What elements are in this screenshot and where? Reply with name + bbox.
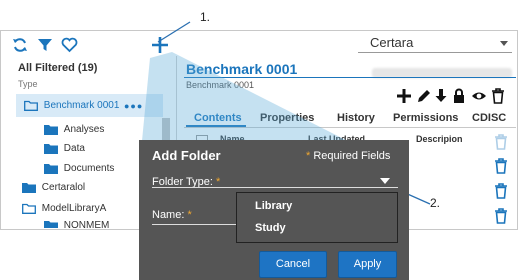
column-header-description[interactable]: Descripion (416, 134, 463, 144)
trash-icon[interactable] (494, 183, 508, 199)
folder-icon (22, 183, 36, 193)
chevron-down-icon[interactable] (380, 178, 390, 184)
tree-item[interactable]: Benchmark 0001 (24, 100, 119, 111)
tree-item[interactable]: ModelLibraryA (22, 203, 106, 214)
folder-icon (44, 221, 58, 228)
folder-icon (44, 164, 58, 174)
tree-item[interactable]: NONMEM (44, 220, 109, 228)
tab-cdisc[interactable]: CDISC (472, 112, 506, 124)
tree-item-label: NONMEM (63, 220, 110, 228)
dialog-title: Add Folder (152, 148, 221, 163)
project-select[interactable]: Certara (358, 34, 512, 53)
name-label-text: Name: (152, 209, 185, 221)
filter-title: All Filtered (19) (18, 62, 98, 74)
option-library[interactable]: Library (255, 200, 292, 212)
callout-1: 1. (200, 10, 211, 24)
folder-outline-icon (22, 203, 36, 214)
tab-contents[interactable]: Contents (194, 112, 242, 124)
heart-icon[interactable] (61, 37, 79, 55)
folder-outline-icon (24, 100, 38, 111)
filter-icon[interactable] (37, 37, 55, 55)
tree-item-label: Documents (63, 163, 115, 175)
tree-item[interactable]: Documents (44, 163, 114, 174)
trash-icon[interactable] (494, 134, 508, 150)
add-icon[interactable] (396, 88, 412, 104)
title-divider (184, 77, 516, 78)
add-icon[interactable] (150, 35, 172, 57)
trash-icon[interactable] (494, 208, 508, 224)
option-study[interactable]: Study (255, 222, 286, 234)
tab-permissions[interactable]: Permissions (393, 112, 458, 124)
project-select-value: Certara (370, 35, 414, 50)
apply-button[interactable]: Apply (338, 251, 397, 278)
name-label: Name: * (152, 209, 192, 221)
tab-properties[interactable]: Properties (260, 112, 314, 124)
tree-item-label: ModelLibraryA (41, 203, 107, 215)
filter-subtitle: Type (18, 79, 38, 89)
more-options-icon[interactable]: ●●● (124, 101, 143, 111)
required-fields-note: * Required Fields (306, 150, 390, 162)
required-star: * (187, 209, 192, 221)
callout-2: 2. (430, 196, 441, 210)
tab-divider (184, 127, 516, 128)
refresh-icon[interactable] (12, 37, 30, 55)
name-input[interactable] (152, 224, 238, 225)
lock-icon[interactable] (453, 88, 469, 104)
tab-bar: Contents Properties History Permissions … (186, 112, 516, 126)
folder-icon (44, 125, 58, 135)
trash-icon[interactable] (494, 158, 508, 174)
item-title: Benchmark 0001 (186, 61, 298, 77)
tree-item-label: Data (63, 143, 85, 155)
tree-item[interactable]: Data (44, 143, 85, 154)
tree-item-label: Analyses (63, 124, 105, 136)
required-fields-text: Required Fields (313, 150, 391, 162)
item-subtitle: Benchmark 0001 (186, 80, 255, 90)
eye-icon[interactable] (471, 88, 487, 104)
tree-item[interactable]: Certaralol (22, 182, 85, 193)
tree-item-label: Benchmark 0001 (43, 100, 120, 112)
tree-item-label: Certaralol (41, 182, 86, 194)
edit-pencil-icon[interactable] (416, 88, 432, 104)
tree-item[interactable]: Analyses (44, 124, 104, 135)
cancel-button[interactable]: Cancel (259, 251, 327, 278)
trash-icon[interactable] (491, 88, 507, 104)
chevron-down-icon (500, 41, 508, 46)
required-star: * (306, 150, 311, 162)
active-tab-indicator (186, 125, 246, 127)
folder-icon (44, 144, 58, 154)
tab-history[interactable]: History (337, 112, 375, 124)
download-icon[interactable] (434, 88, 450, 104)
folder-type-select[interactable] (152, 187, 398, 188)
